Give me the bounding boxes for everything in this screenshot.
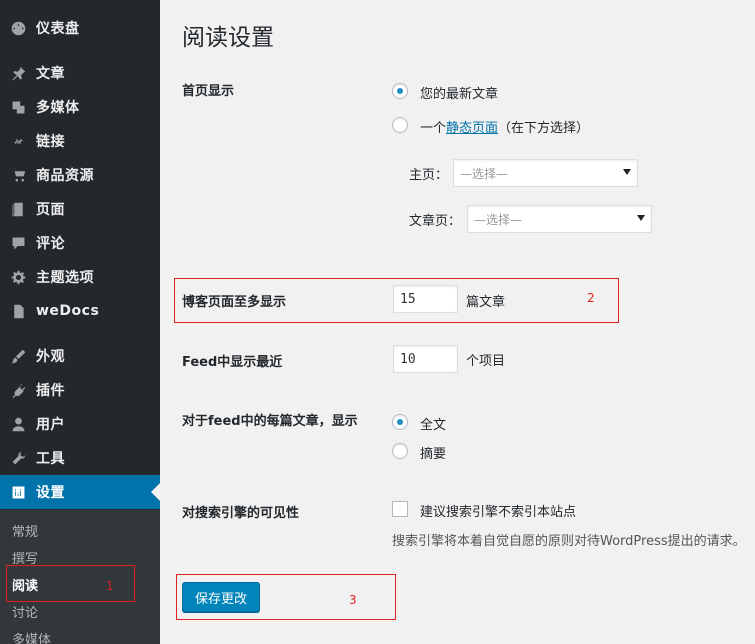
cart-icon — [8, 165, 28, 185]
sidebar-item-tools[interactable]: 工具 — [0, 441, 160, 475]
posts-page-select[interactable]: —选择— — [467, 205, 652, 233]
annotation-box-2 — [174, 278, 619, 323]
chevron-down-icon — [623, 169, 631, 175]
homepage-label: 主页： — [409, 168, 449, 183]
submenu-discussion[interactable]: 讨论 — [12, 602, 38, 621]
settings-icon — [8, 482, 28, 502]
sidebar-item-label: 工具 — [36, 451, 65, 467]
option-full-text-label: 全文 — [420, 418, 447, 433]
sidebar-item-users[interactable]: 用户 — [0, 407, 160, 441]
sidebar-item-label: 用户 — [36, 417, 65, 433]
search-visibility-label: 对搜索引擎的可见性 — [182, 506, 300, 521]
radio-latest-posts[interactable] — [392, 83, 408, 99]
submenu-general[interactable]: 常规 — [12, 521, 38, 540]
sidebar-item-label: 链接 — [36, 134, 65, 150]
main-content: 阅读设置 首页显示 您的最新文章 一个静态页面（在下方选择） 主页： —选择— … — [160, 0, 755, 644]
sidebar-item-label: 页面 — [36, 202, 65, 218]
option-summary-label: 摘要 — [420, 447, 447, 462]
sidebar-item-label: weDocs — [36, 303, 100, 319]
search-visibility-description: 搜索引擎将本着自觉自愿的原则对待WordPress提出的请求。 — [392, 534, 746, 549]
admin-sidebar: 仪表盘 文章 多媒体 链接 商品资源 页面 评论 主题选项 weDocs 外观 … — [0, 0, 160, 644]
sidebar-item-media[interactable]: 多媒体 — [0, 90, 160, 124]
sidebar-item-label: 插件 — [36, 383, 65, 399]
pushpin-icon — [8, 63, 28, 83]
discourage-search-checkbox[interactable] — [392, 501, 408, 517]
document-icon — [8, 301, 28, 321]
feed-count-unit: 个项目 — [466, 354, 506, 369]
plugin-icon — [8, 380, 28, 400]
chevron-down-icon — [637, 215, 645, 221]
option-latest-posts-label: 您的最新文章 — [420, 87, 499, 102]
wrench-icon — [8, 448, 28, 468]
sidebar-item-appearance[interactable]: 外观 — [0, 339, 160, 373]
posts-page-label: 文章页： — [409, 214, 462, 229]
feed-count-input[interactable]: 10 — [393, 345, 458, 373]
radio-full-text[interactable] — [392, 414, 408, 430]
link-icon — [8, 131, 28, 151]
gear-icon — [8, 267, 28, 287]
comment-icon — [8, 233, 28, 253]
annotation-number-3: 3 — [349, 593, 357, 607]
sidebar-item-pages[interactable]: 页面 — [0, 192, 160, 226]
sidebar-item-comments[interactable]: 评论 — [0, 226, 160, 260]
dashboard-icon — [8, 18, 28, 38]
sidebar-item-links[interactable]: 链接 — [0, 124, 160, 158]
annotation-number-2: 2 — [587, 291, 595, 305]
brush-icon — [8, 346, 28, 366]
option-static-page-label: 一个静态页面（在下方选择） — [420, 121, 590, 136]
sidebar-item-wedocs[interactable]: weDocs — [0, 294, 160, 328]
sidebar-item-plugins[interactable]: 插件 — [0, 373, 160, 407]
active-menu-arrow — [151, 483, 160, 501]
sidebar-item-settings[interactable]: 设置 — [0, 475, 160, 509]
annotation-box-3 — [176, 574, 396, 620]
sidebar-item-label: 设置 — [36, 485, 65, 501]
sidebar-item-label: 多媒体 — [36, 100, 80, 116]
feed-count-label: Feed中显示最近 — [182, 355, 283, 370]
homepage-select[interactable]: —选择— — [453, 159, 638, 187]
sidebar-item-label: 主题选项 — [36, 270, 94, 286]
annotation-number-1: 1 — [106, 579, 114, 593]
submenu-media[interactable]: 多媒体 — [12, 629, 51, 644]
sidebar-item-theme-options[interactable]: 主题选项 — [0, 260, 160, 294]
sidebar-item-dashboard[interactable]: 仪表盘 — [0, 11, 160, 45]
sidebar-item-label: 文章 — [36, 66, 65, 82]
sidebar-item-label: 评论 — [36, 236, 65, 252]
homepage-select-value: —选择— — [460, 166, 509, 181]
sidebar-item-label: 外观 — [36, 349, 65, 365]
discourage-search-label: 建议搜索引擎不索引本站点 — [420, 505, 577, 520]
radio-summary[interactable] — [392, 443, 408, 459]
page-icon — [8, 199, 28, 219]
sidebar-item-posts[interactable]: 文章 — [0, 56, 160, 90]
sidebar-item-label: 商品资源 — [36, 168, 94, 184]
static-page-link[interactable]: 静态页面 — [446, 121, 498, 136]
user-icon — [8, 414, 28, 434]
feed-content-label: 对于feed中的每篇文章，显示 — [182, 414, 358, 429]
media-icon — [8, 97, 28, 117]
sidebar-item-label: 仪表盘 — [36, 21, 80, 37]
annotation-box-1 — [6, 565, 135, 602]
radio-static-page[interactable] — [392, 117, 408, 133]
posts-page-select-value: —选择— — [474, 212, 523, 227]
front-page-label: 首页显示 — [182, 84, 235, 99]
page-title: 阅读设置 — [182, 25, 274, 51]
sidebar-item-products[interactable]: 商品资源 — [0, 158, 160, 192]
